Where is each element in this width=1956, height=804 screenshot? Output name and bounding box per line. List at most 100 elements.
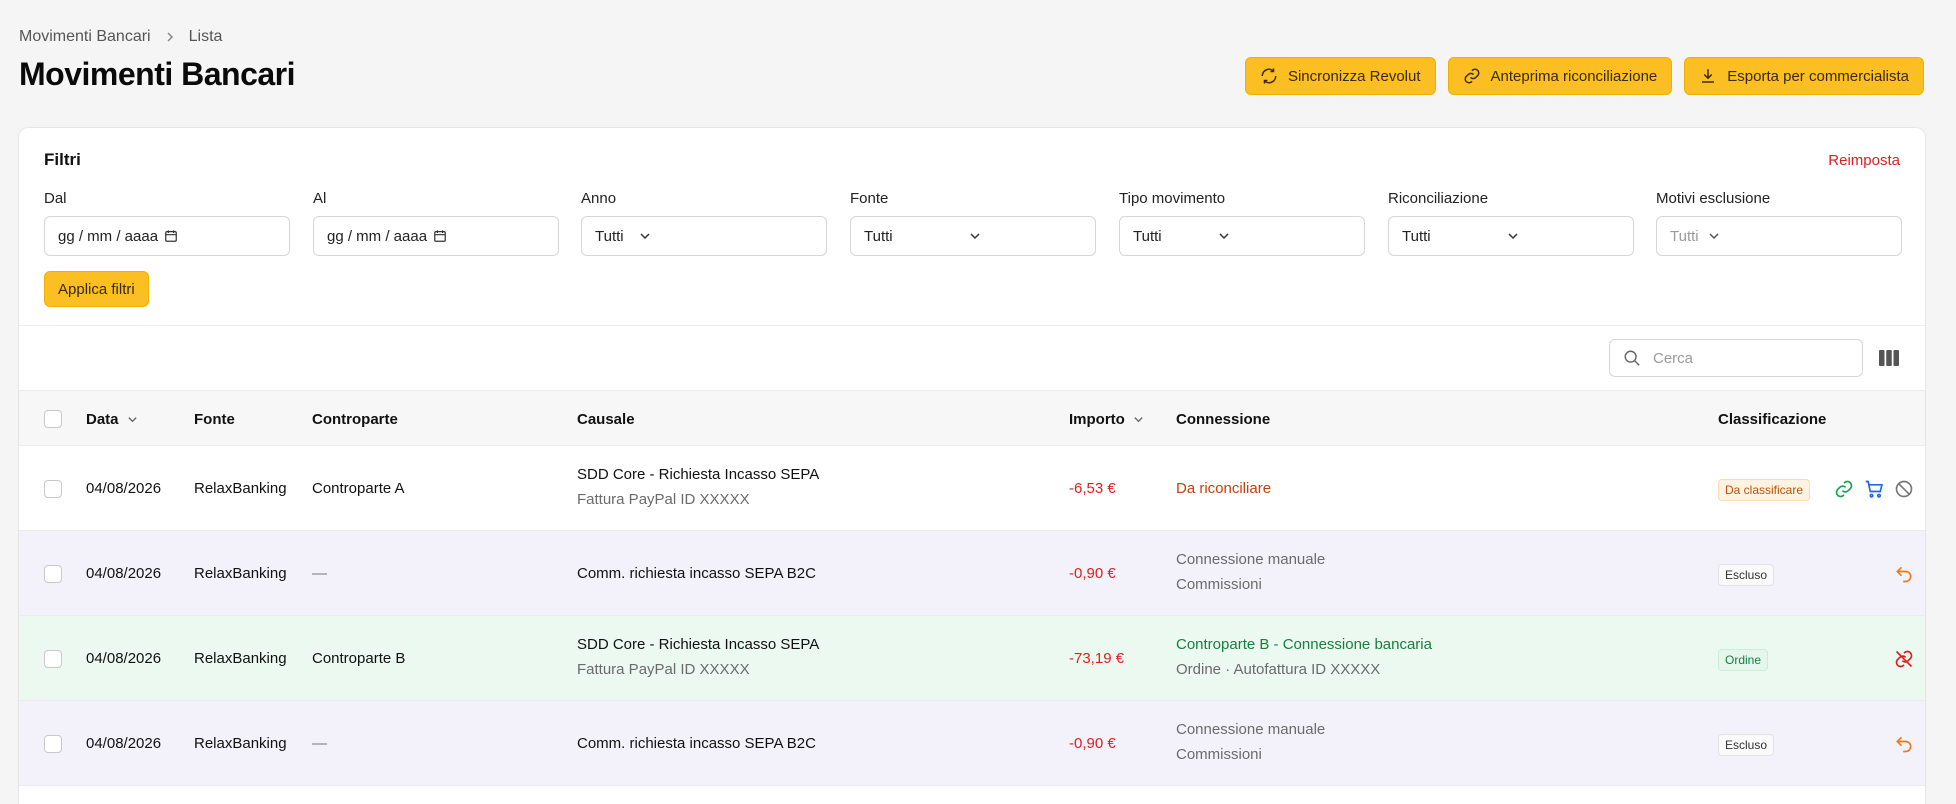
row-connection: Connessione manuale Commissioni xyxy=(1176,721,1325,763)
filter-reconciliation: Riconciliazione Tutti xyxy=(1388,190,1634,256)
filter-type-label: Tipo movimento xyxy=(1119,190,1226,207)
undo-icon[interactable] xyxy=(1894,734,1914,754)
status-badge: Escluso xyxy=(1718,564,1775,586)
row-checkbox[interactable] xyxy=(44,480,62,498)
breadcrumb-parent[interactable]: Movimenti Bancari xyxy=(19,28,151,46)
row-reason-main: SDD Core - Richiesta Incasso SEPA xyxy=(577,466,820,483)
row-connection-main[interactable]: Controparte B - Connessione bancaria xyxy=(1176,636,1432,653)
status-badge: Da classificare xyxy=(1718,479,1811,501)
date-to-placeholder: gg / mm / aaaa xyxy=(327,227,428,245)
page-title: Movimenti Bancari xyxy=(19,56,296,92)
date-to-input[interactable]: gg / mm / aaaa xyxy=(313,216,559,256)
row-checkbox[interactable] xyxy=(44,650,62,668)
refresh-icon xyxy=(1261,68,1277,84)
col-classification-label: Classificazione xyxy=(1718,411,1827,428)
filter-to: Al gg / mm / aaaa xyxy=(313,190,559,256)
source-select[interactable]: Tutti xyxy=(850,216,1096,256)
row-checkbox[interactable] xyxy=(44,735,62,753)
row-connection-detail: Commissioni xyxy=(1176,746,1262,763)
filter-reconciliation-label: Riconciliazione xyxy=(1388,190,1489,207)
row-reason: SDD Core - Richiesta Incasso SEPA Fattur… xyxy=(577,636,819,678)
filter-exclusion-label: Motivi esclusione xyxy=(1656,190,1771,207)
search-input[interactable]: Cerca xyxy=(1609,339,1863,377)
unlink-icon[interactable] xyxy=(1894,649,1914,669)
col-amount-label: Importo xyxy=(1069,411,1125,428)
col-counterpart: Controparte xyxy=(312,411,398,428)
row-reason-detail: Fattura PayPal ID XXXXX xyxy=(577,491,750,508)
movements-card: Filtri Reimposta Dal gg / mm / aaaa Al g… xyxy=(18,127,1926,804)
row-counterpart: Controparte A xyxy=(312,480,405,497)
type-select-value: Tutti xyxy=(1133,227,1162,245)
row-source: RelaxBanking xyxy=(194,735,287,752)
reset-filters-link[interactable]: Reimposta xyxy=(1828,152,1900,169)
row-connection-detail: Commissioni xyxy=(1176,576,1262,593)
filter-from: Dal gg / mm / aaaa xyxy=(44,190,290,256)
row-amount: -0,90 € xyxy=(1069,735,1116,752)
reconciliation-select[interactable]: Tutti xyxy=(1388,216,1634,256)
row-source: RelaxBanking xyxy=(194,480,287,497)
apply-filters-button[interactable]: Applica filtri xyxy=(44,271,149,307)
breadcrumb-current: Lista xyxy=(188,28,223,45)
col-reason-label: Causale xyxy=(577,411,635,428)
col-reason: Causale xyxy=(577,411,635,428)
row-date: 04/08/2026 xyxy=(86,650,162,667)
row-reason: Comm. richiesta incasso SEPA B2C xyxy=(577,735,816,752)
download-icon xyxy=(1702,69,1715,83)
row-date: 04/08/2026 xyxy=(86,565,162,582)
filter-exclusion: Motivi esclusione Tutti xyxy=(1656,190,1902,256)
table-row[interactable]: 04/08/2026 RelaxBanking — Comm. richiest… xyxy=(19,701,1925,786)
date-from-input[interactable]: gg / mm / aaaa xyxy=(44,216,290,256)
filter-to-label: Al xyxy=(313,190,327,207)
row-counterpart: — xyxy=(312,735,327,752)
row-counterpart: Controparte B xyxy=(312,650,406,667)
divider xyxy=(19,325,1925,326)
sync-revolut-label: Sincronizza Revolut xyxy=(1287,67,1421,85)
sort-down-icon xyxy=(1134,417,1143,423)
col-date[interactable]: Data xyxy=(86,411,138,428)
calendar-icon xyxy=(434,230,446,242)
row-date: 04/08/2026 xyxy=(86,480,162,497)
search-placeholder: Cerca xyxy=(1653,349,1694,367)
col-date-label: Data xyxy=(86,411,119,428)
row-reason-main: SDD Core - Richiesta Incasso SEPA xyxy=(577,636,820,653)
export-accountant-button[interactable]: Esporta per commercialista xyxy=(1684,57,1924,95)
date-from-placeholder: gg / mm / aaaa xyxy=(58,227,159,245)
row-connection: Da riconciliare xyxy=(1176,480,1272,497)
status-badge: Ordine xyxy=(1718,649,1769,671)
row-checkbox[interactable] xyxy=(44,565,62,583)
preview-reconciliation-button[interactable]: Anteprima riconciliazione xyxy=(1447,57,1673,95)
undo-icon[interactable] xyxy=(1894,564,1914,584)
chevron-down-icon xyxy=(970,233,980,240)
chevron-down-icon xyxy=(1508,233,1518,240)
col-amount[interactable]: Importo xyxy=(1069,411,1144,428)
sort-down-icon xyxy=(127,417,137,423)
filter-year: Anno Tutti xyxy=(581,190,827,256)
cart-icon[interactable] xyxy=(1864,479,1884,499)
col-counterpart-label: Controparte xyxy=(312,411,398,428)
select-all-checkbox[interactable] xyxy=(44,410,62,428)
status-badge: Escluso xyxy=(1718,734,1775,756)
row-connection-detail: Ordine · Autofattura ID XXXXX xyxy=(1176,661,1381,678)
table-row[interactable]: 04/08/2026 RelaxBanking — Comm. richiest… xyxy=(19,531,1925,616)
row-source: RelaxBanking xyxy=(194,650,287,667)
type-select[interactable]: Tutti xyxy=(1119,216,1365,256)
columns-icon[interactable] xyxy=(1879,350,1899,366)
calendar-icon xyxy=(165,230,177,242)
row-source: RelaxBanking xyxy=(194,565,287,582)
row-reason-main: Comm. richiesta incasso SEPA B2C xyxy=(577,735,816,752)
reconciliation-select-value: Tutti xyxy=(1402,227,1431,245)
table-row[interactable]: 04/08/2026 RelaxBanking Controparte A SD… xyxy=(19,446,1925,531)
table-row[interactable]: 04/08/2026 RelaxBanking Controparte B SD… xyxy=(19,616,1925,701)
block-icon[interactable] xyxy=(1894,479,1914,499)
row-connection-main: Connessione manuale xyxy=(1176,721,1326,738)
search-icon xyxy=(1624,350,1640,366)
col-source: Fonte xyxy=(194,411,235,428)
sync-revolut-button[interactable]: Sincronizza Revolut xyxy=(1244,57,1436,95)
link-icon[interactable] xyxy=(1834,479,1854,499)
filter-from-label: Dal xyxy=(44,190,67,207)
row-reason: Comm. richiesta incasso SEPA B2C xyxy=(577,565,816,582)
row-reason: SDD Core - Richiesta Incasso SEPA Fattur… xyxy=(577,466,819,508)
year-select[interactable]: Tutti xyxy=(581,216,827,256)
exclusion-select[interactable]: Tutti xyxy=(1656,216,1902,256)
chevron-right-icon xyxy=(165,29,175,45)
